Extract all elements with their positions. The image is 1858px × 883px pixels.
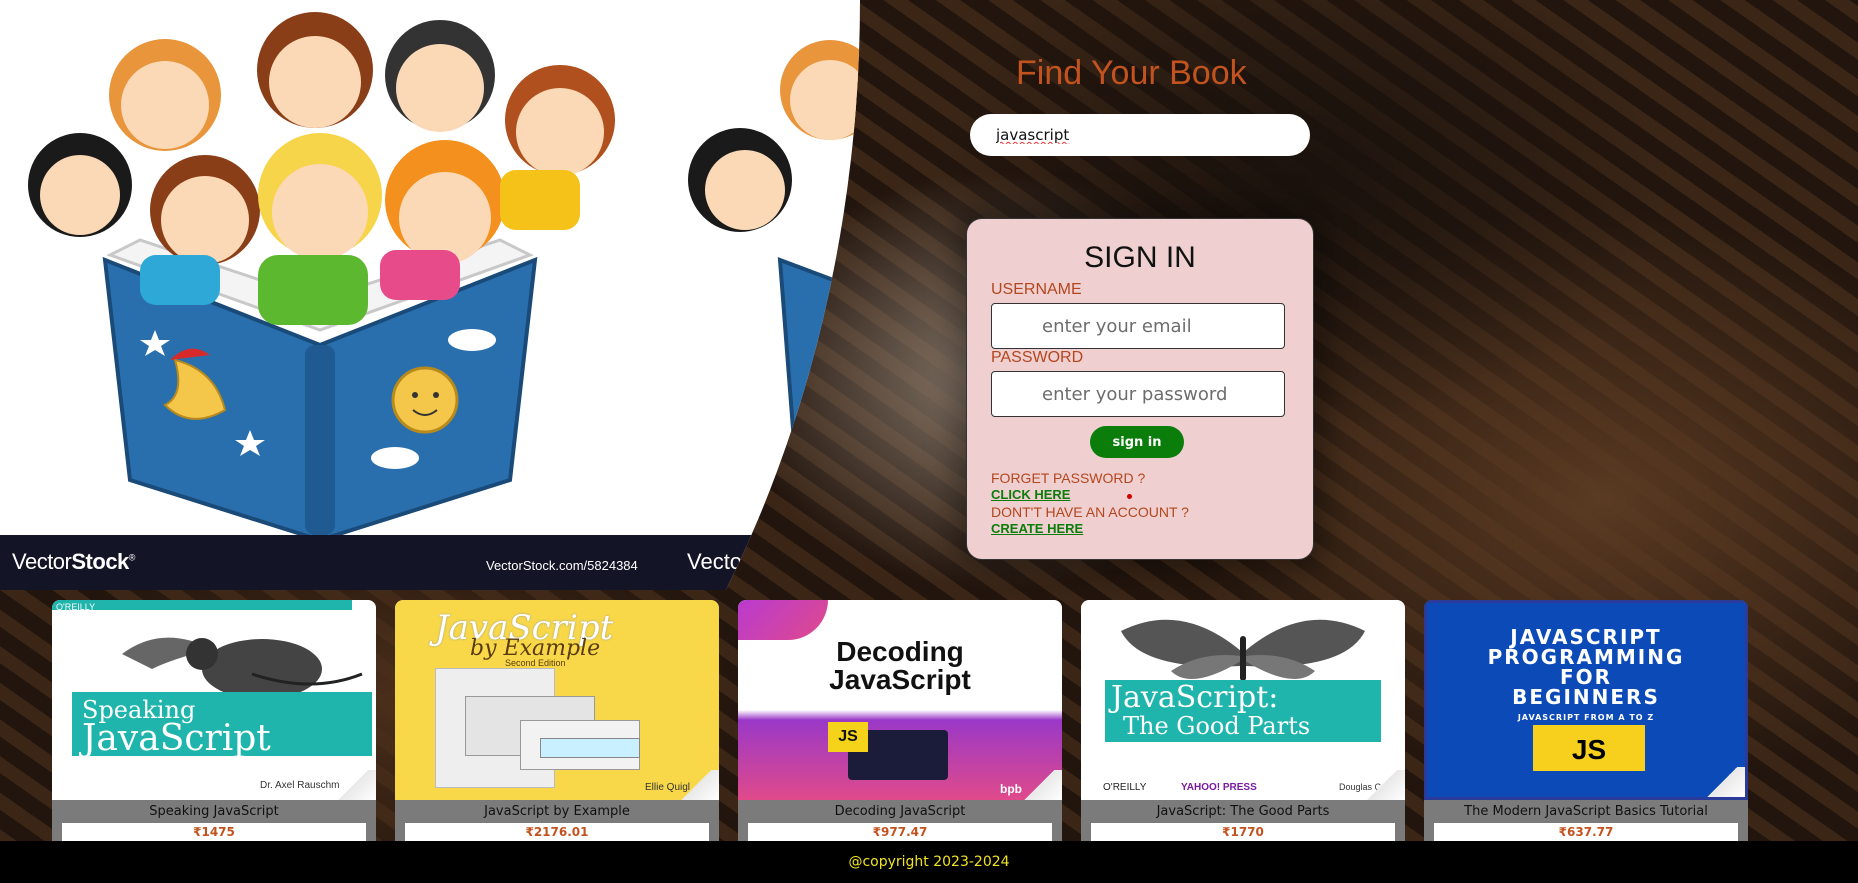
cover-title-line2: JavaScript <box>82 718 271 759</box>
cover-publisher: O'REILLY <box>56 602 96 612</box>
signin-card: SIGN IN USERNAME PASSWORD sign in FORGET… <box>966 218 1314 560</box>
book-cover: O'REILLY Speaking JavaScript Dr. Axel Ra… <box>52 600 376 800</box>
book-card[interactable]: JavaScript by Example Second Edition Ell… <box>395 600 719 841</box>
watermark-bar: VectorStock® VectorStock.com/5824384 Vec… <box>0 535 860 590</box>
book-price: ₹637.77 <box>1434 823 1738 841</box>
book-cover: JavaScript: The Good Parts O'REILLY YAHO… <box>1081 600 1405 800</box>
vectorstock-logo-repeat: VectorSt <box>687 549 771 574</box>
book-cover: JAVASCRIPT PROGRAMMING FOR BEGINNERS JAV… <box>1424 600 1748 800</box>
password-field[interactable] <box>991 371 1285 417</box>
book-card[interactable]: JAVASCRIPT PROGRAMMING FOR BEGINNERS JAV… <box>1424 600 1748 841</box>
password-label: PASSWORD <box>991 349 1084 366</box>
cover-title-line1: JavaScript: <box>1111 680 1279 715</box>
book-price: ₹977.47 <box>748 823 1052 841</box>
cover-subtitle: JAVASCRIPT FROM A TO Z <box>1517 713 1655 722</box>
book-title: Decoding JavaScript <box>834 804 966 819</box>
username-field[interactable] <box>991 303 1285 349</box>
cover-title-line2: JavaScript <box>829 664 971 695</box>
find-your-book-title: Find Your Book <box>1016 54 1247 92</box>
copyright-text: @copyright 2023-2024 <box>848 854 1010 870</box>
vectorstock-logo: VectorStock® <box>12 549 135 574</box>
footer: @copyright 2023-2024 <box>0 841 1858 883</box>
hero-illustration: VectorStock® VectorStock.com/5824384 Vec… <box>0 0 860 590</box>
forgot-password-text: FORGET PASSWORD ? <box>991 470 1146 486</box>
forgot-password-link[interactable]: CLICK HERE <box>991 487 1070 502</box>
book-title: Speaking JavaScript <box>149 804 279 819</box>
create-account-link[interactable]: CREATE HERE <box>991 521 1083 536</box>
cover-js-badge: JS <box>1533 725 1645 771</box>
book-price: ₹1770 <box>1091 823 1395 841</box>
search-input[interactable] <box>970 114 1310 156</box>
signin-button[interactable]: sign in <box>1090 426 1184 458</box>
book-title: JavaScript: The Good Parts <box>1156 804 1330 819</box>
book-card[interactable]: O'REILLY Speaking JavaScript Dr. Axel Ra… <box>52 600 376 841</box>
cover-author: Dr. Axel Rauschm <box>260 780 340 791</box>
username-label: USERNAME <box>991 281 1082 298</box>
book-title: The Modern JavaScript Basics Tutorial <box>1464 804 1708 819</box>
book-price: ₹1475 <box>62 823 366 841</box>
book-card[interactable]: JavaScript: The Good Parts O'REILLY YAHO… <box>1081 600 1405 841</box>
book-cover: Decoding JavaScript JS bpb <box>738 600 1062 800</box>
kids-reading-illustration <box>28 12 860 540</box>
no-account-text: DONT'T HAVE AN ACCOUNT ? <box>991 504 1189 520</box>
watermark-url: VectorStock.com/5824384 <box>486 558 638 573</box>
book-card[interactable]: Decoding JavaScript JS bpb Decoding Java… <box>738 600 1062 841</box>
book-price: ₹2176.01 <box>405 823 709 841</box>
book-title: JavaScript by Example <box>484 804 630 819</box>
cover-js-badge: JS <box>828 722 868 752</box>
signin-heading: SIGN IN <box>1084 241 1196 274</box>
cover-title-line4: BEGINNERS <box>1512 685 1660 709</box>
cover-edition: Second Edition <box>505 658 566 668</box>
cover-publisher: O'REILLY <box>1103 782 1147 793</box>
red-dot-marker <box>1127 494 1132 499</box>
cover-title-line2: The Good Parts <box>1123 712 1311 740</box>
cover-copublisher: YAHOO! PRESS <box>1181 782 1257 793</box>
book-cover: JavaScript by Example Second Edition Ell… <box>395 600 719 800</box>
